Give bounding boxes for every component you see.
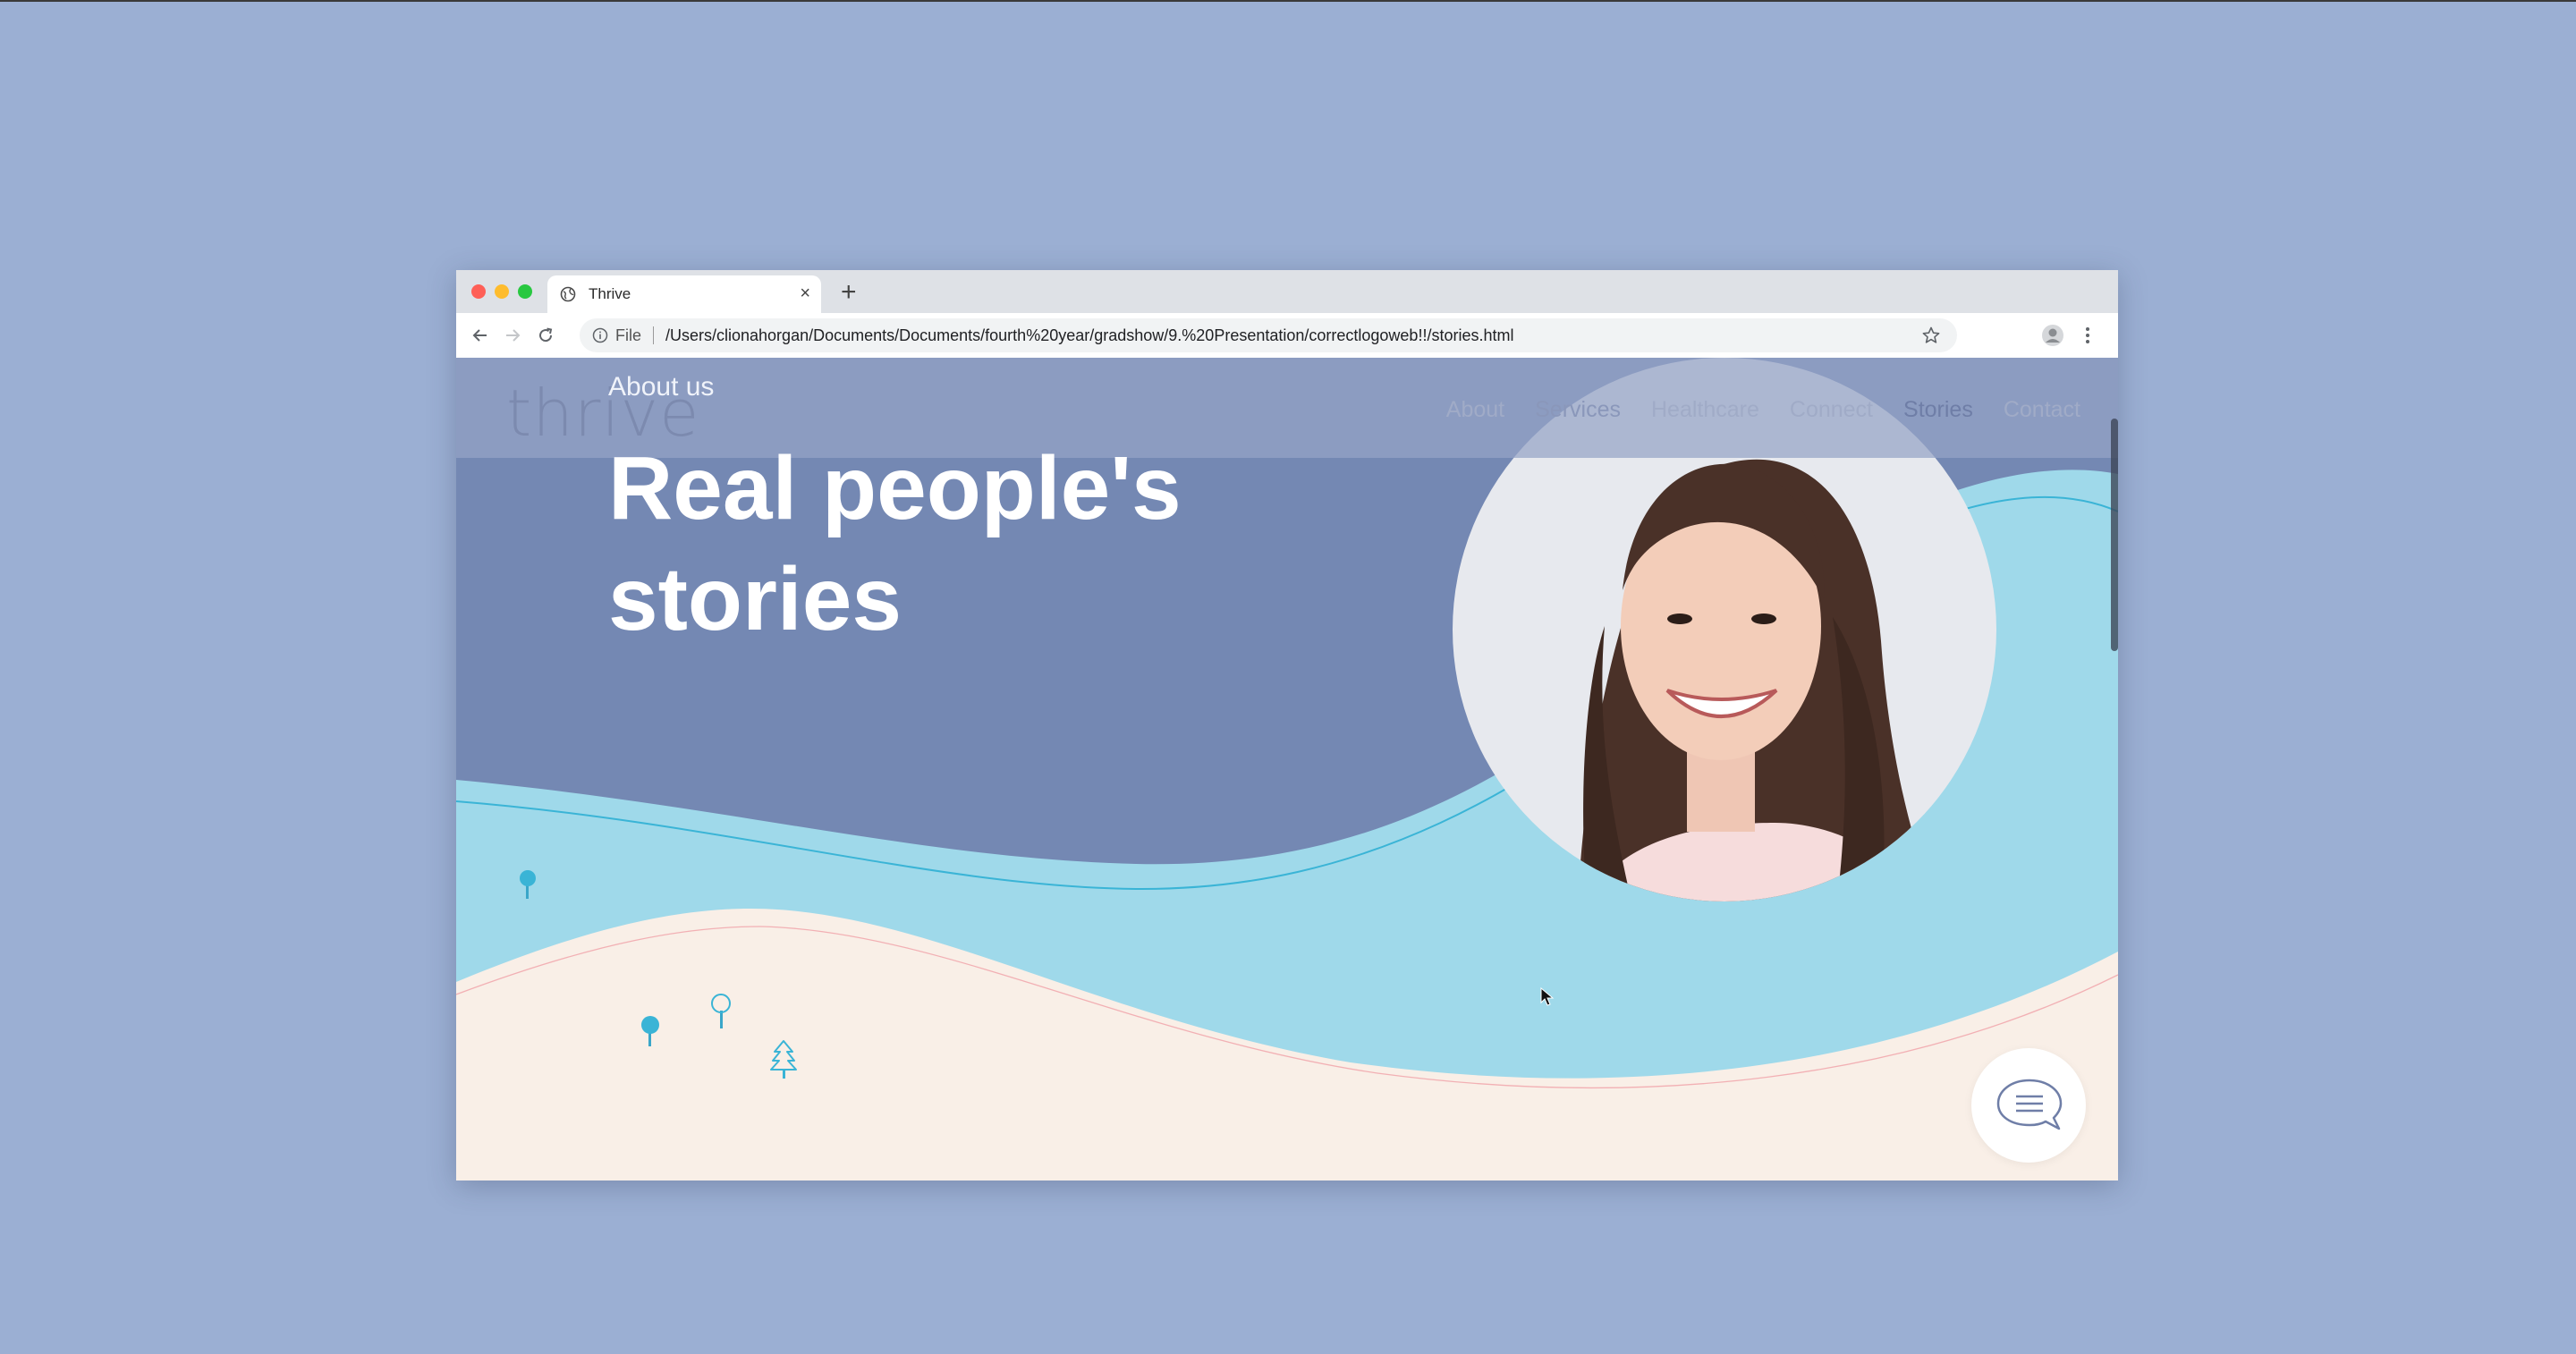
forward-arrow-icon[interactable] xyxy=(501,324,524,347)
scheme-chip: File xyxy=(615,326,642,344)
url-text[interactable]: /Users/clionahorgan/Documents/Documents/… xyxy=(665,326,1513,345)
nav-link-services[interactable]: Services xyxy=(1535,397,1621,423)
minimize-window-button[interactable] xyxy=(495,284,509,299)
profile-icon[interactable] xyxy=(2041,324,2064,347)
reload-icon[interactable] xyxy=(534,324,557,347)
screen-top-edge xyxy=(0,0,2576,2)
address-bar[interactable]: File /Users/clionahorgan/Documents/Docum… xyxy=(580,318,1957,352)
close-tab-button[interactable]: × xyxy=(800,283,810,303)
hero-title-line-2: stories xyxy=(608,549,902,649)
nav-link-stories[interactable]: Stories xyxy=(1903,397,1973,423)
tab-thrive[interactable]: Thrive × xyxy=(547,275,821,313)
tab-title: Thrive xyxy=(589,285,631,302)
address-separator xyxy=(653,326,654,344)
hero-title: Real people's stories xyxy=(608,433,1324,655)
browser-window: Thrive × + File /Users/clionahorgan/Docu… xyxy=(456,270,2118,1181)
browser-toolbar: File /Users/clionahorgan/Documents/Docum… xyxy=(456,313,2118,359)
nav-link-connect[interactable]: Connect xyxy=(1790,397,1873,423)
new-tab-button[interactable]: + xyxy=(841,277,857,308)
nav-link-healthcare[interactable]: Healthcare xyxy=(1651,397,1759,423)
chat-button[interactable] xyxy=(1971,1048,2086,1163)
chat-bubble-icon xyxy=(1996,1079,2063,1130)
kebab-menu-icon[interactable] xyxy=(2082,324,2093,347)
hero-eyebrow: About us xyxy=(608,372,715,402)
zoom-window-button[interactable] xyxy=(518,284,532,299)
site-nav-links: About Services Healthcare Connect Storie… xyxy=(1446,397,2080,423)
star-icon[interactable] xyxy=(1921,326,1941,345)
info-icon[interactable] xyxy=(592,327,608,343)
nav-link-contact[interactable]: Contact xyxy=(2004,397,2080,423)
web-page: thrive About Services Healthcare Connect… xyxy=(456,358,2118,1181)
page-scrollbar[interactable] xyxy=(2111,419,2118,651)
hero-title-line-1: Real people's xyxy=(608,438,1182,538)
nav-link-about[interactable]: About xyxy=(1446,397,1504,423)
globe-icon xyxy=(560,286,576,302)
close-window-button[interactable] xyxy=(471,284,486,299)
back-arrow-icon[interactable] xyxy=(469,324,492,347)
mouse-cursor-icon xyxy=(1540,987,1555,1006)
tab-strip: Thrive × + xyxy=(456,270,2118,313)
